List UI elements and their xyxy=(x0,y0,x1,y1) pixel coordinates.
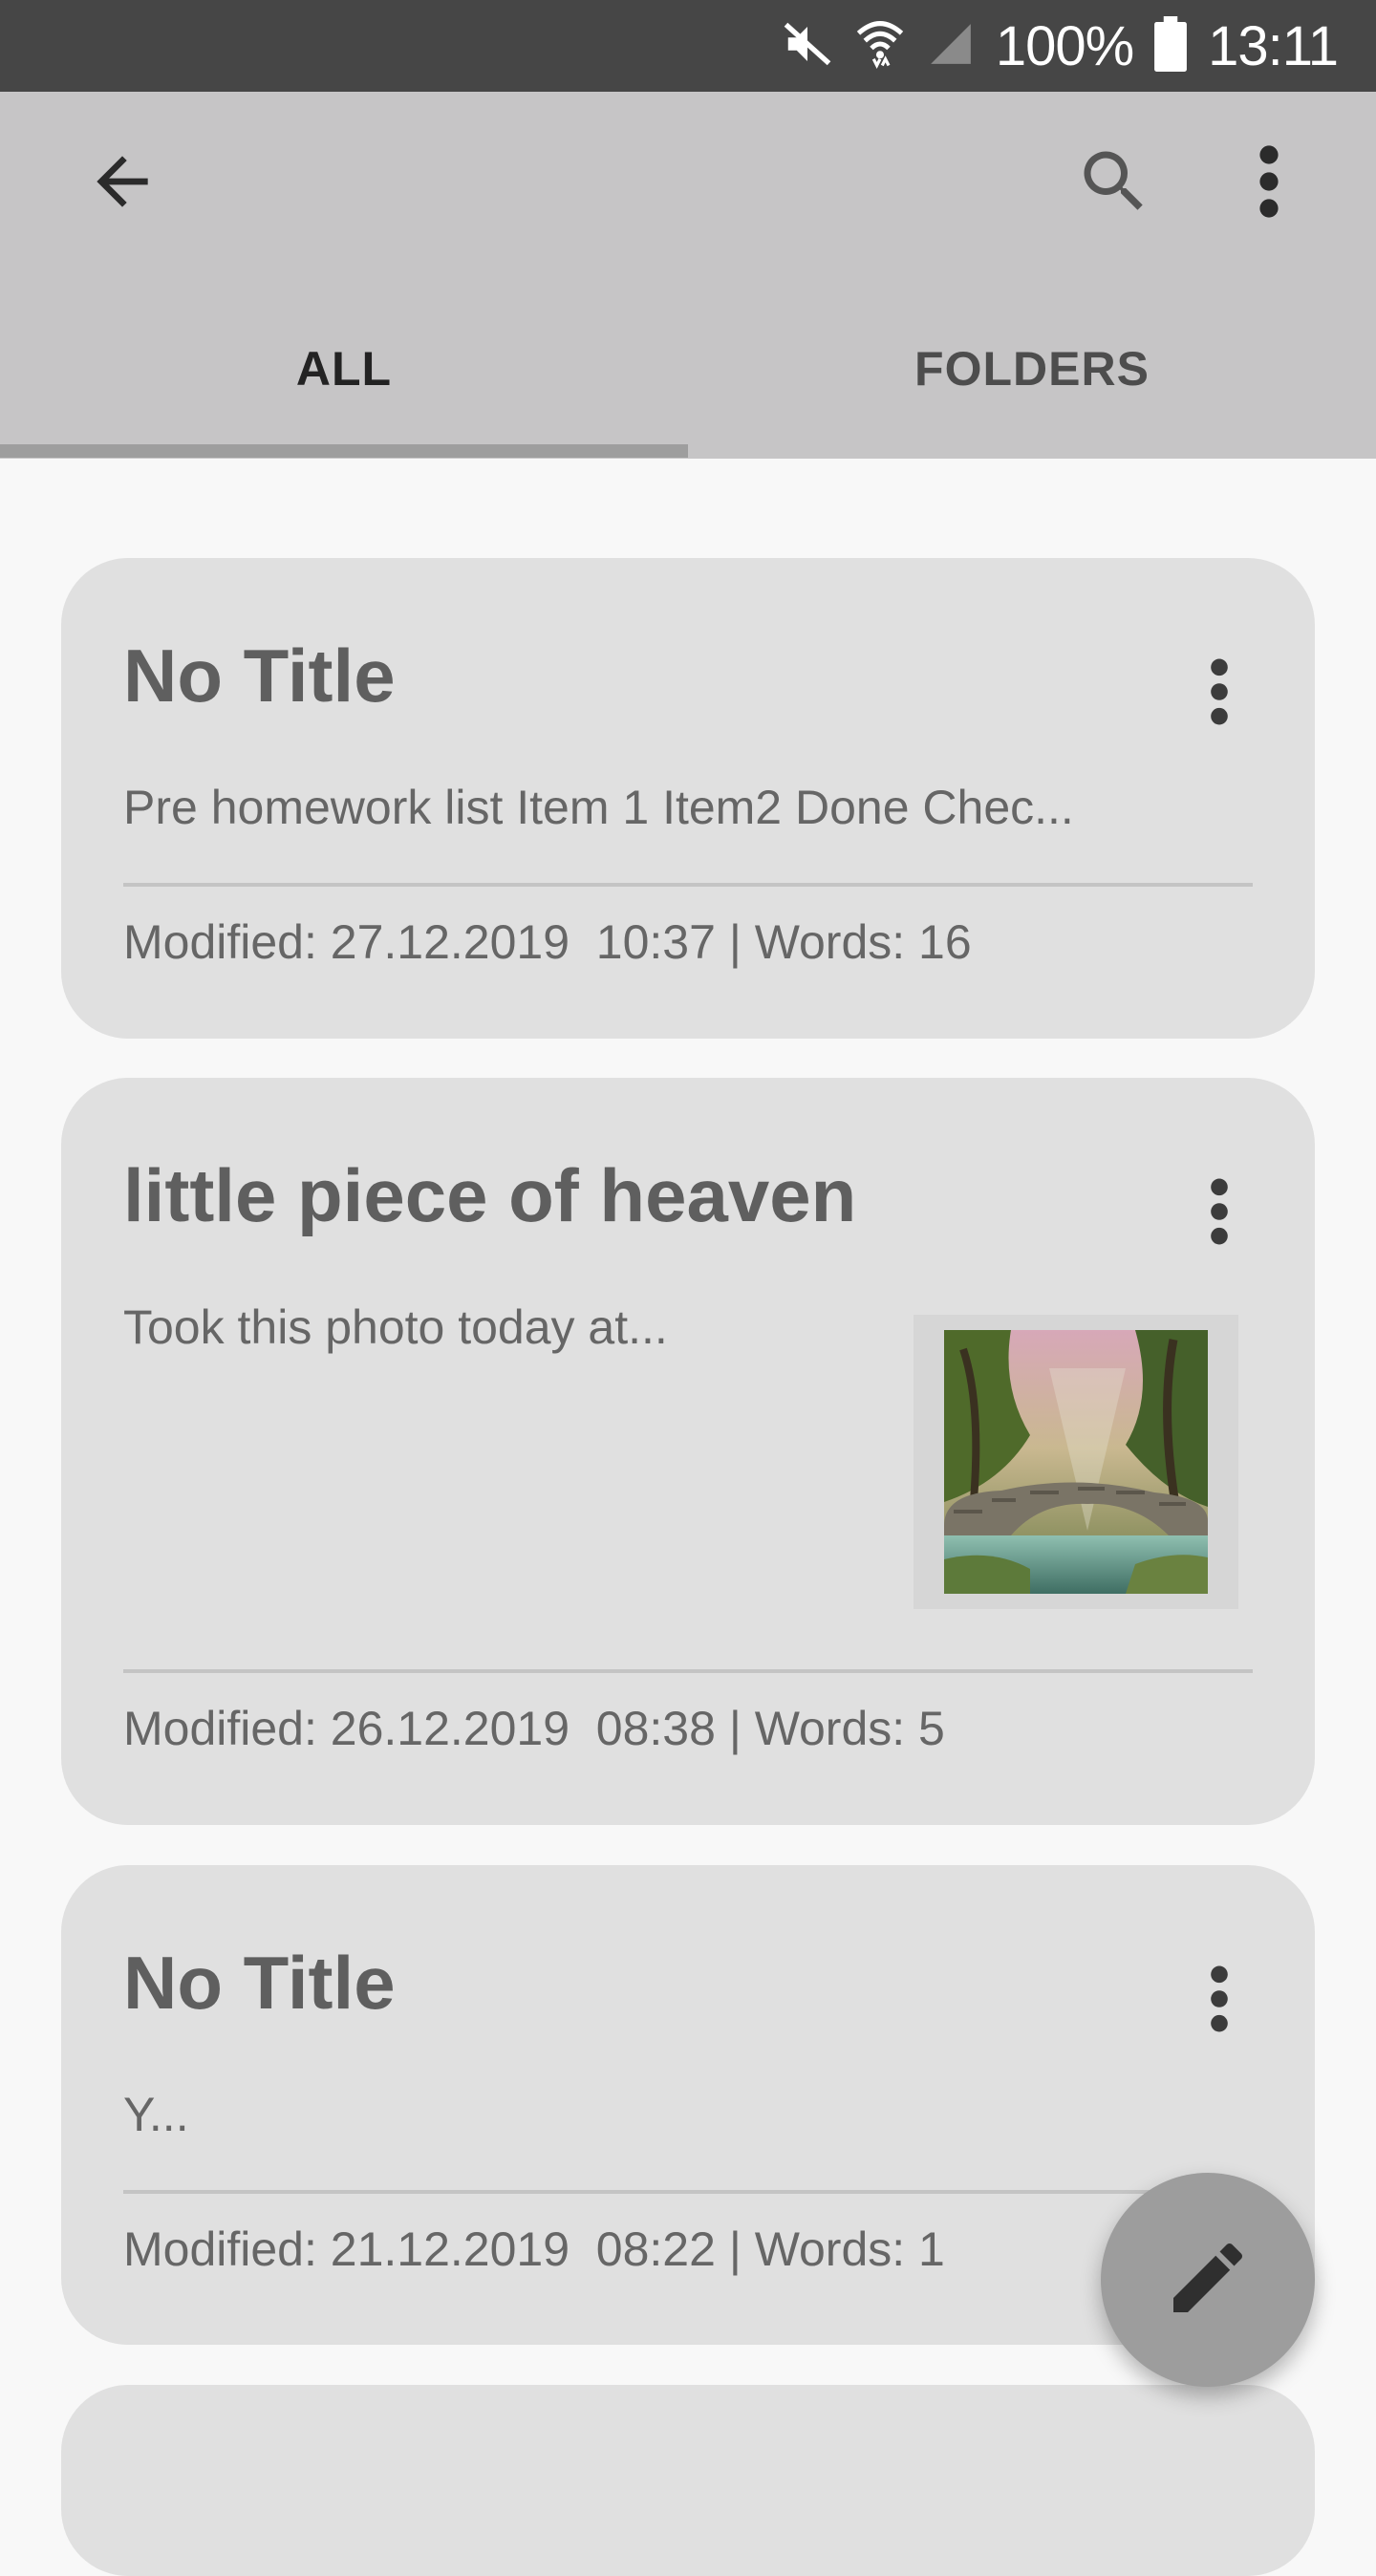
more-vert-icon xyxy=(1209,655,1230,733)
more-vert-icon xyxy=(1258,143,1280,225)
note-preview: Pre homework list Item 1 Item2 Done Chec… xyxy=(123,781,1074,834)
forest-bridge-photo xyxy=(944,1330,1208,1594)
overflow-menu-button[interactable] xyxy=(1212,126,1326,241)
note-more-button[interactable] xyxy=(1191,1156,1248,1271)
clock: 13:11 xyxy=(1208,14,1339,77)
note-title: No Title xyxy=(123,1941,396,2025)
note-meta: Modified: 21.12.2019 08:22 | Words: 1 xyxy=(123,2222,945,2276)
note-divider xyxy=(123,2190,1253,2194)
note-card[interactable]: No Title Pre homework list Item 1 Item2 … xyxy=(61,558,1315,1039)
back-arrow-icon xyxy=(84,143,161,225)
battery-percent: 100% xyxy=(995,14,1134,77)
note-meta: Modified: 26.12.2019 08:38 | Words: 5 xyxy=(123,1702,945,1755)
more-vert-icon xyxy=(1209,1175,1230,1253)
note-divider xyxy=(123,1669,1253,1673)
note-meta: Modified: 27.12.2019 10:37 | Words: 16 xyxy=(123,915,972,969)
tab-all[interactable]: ALL xyxy=(0,277,688,461)
tab-folders[interactable]: FOLDERS xyxy=(688,277,1376,461)
wifi-icon xyxy=(854,15,906,77)
status-bar: 100% 13:11 xyxy=(0,0,1376,92)
signal-icon xyxy=(927,20,975,73)
new-note-button[interactable] xyxy=(1101,2173,1315,2387)
note-thumbnail[interactable] xyxy=(914,1315,1238,1609)
note-preview: Took this photo today at... xyxy=(123,1300,668,1354)
note-more-button[interactable] xyxy=(1191,1943,1248,2058)
note-card[interactable] xyxy=(61,2385,1315,2576)
note-preview: Y... xyxy=(123,2088,189,2141)
tab-bar: ALL FOLDERS xyxy=(0,277,1376,461)
note-title: No Title xyxy=(123,633,396,718)
back-button[interactable] xyxy=(65,126,180,241)
note-divider xyxy=(123,883,1253,887)
note-more-button[interactable] xyxy=(1191,636,1248,751)
mute-icon xyxy=(782,18,833,75)
status-icons: 100% 13:11 xyxy=(782,0,1339,92)
note-card[interactable]: little piece of heaven Took this photo t… xyxy=(61,1078,1315,1825)
note-title: little piece of heaven xyxy=(123,1153,857,1237)
tab-indicator xyxy=(0,444,688,458)
search-button[interactable] xyxy=(1057,126,1172,241)
search-icon xyxy=(1074,141,1154,226)
battery-icon xyxy=(1154,15,1188,76)
pencil-edit-icon xyxy=(1162,2232,1254,2329)
more-vert-icon xyxy=(1209,1963,1230,2040)
